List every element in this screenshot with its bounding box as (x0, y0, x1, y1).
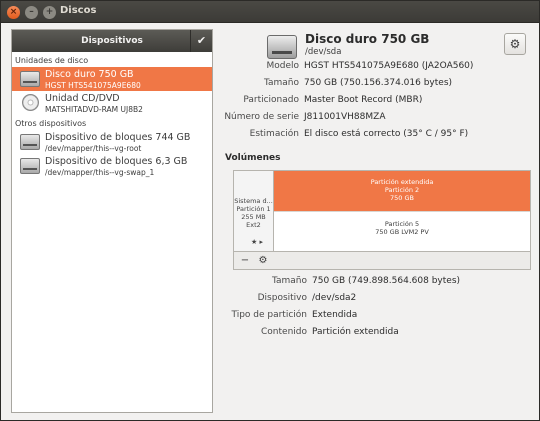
device-name: Dispositivo de bloques 6,3 GB (45, 156, 188, 167)
property-value: Master Boot Record (MBR) (304, 95, 423, 105)
property-row-assessment: Estimación El disco está correcto (35° C … (223, 129, 531, 146)
boot-flag-icon: ★ ▸ (251, 238, 264, 246)
hard-disk-icon (20, 158, 40, 174)
device-name: Unidad CD/DVD (45, 93, 120, 104)
property-row-serial: Número de serie J811001VH88MZA (223, 112, 531, 129)
window-title: Discos (60, 5, 97, 16)
volume-properties: Tamaño 750 GB (749.898.564.608 bytes) Dis… (231, 276, 531, 344)
property-label: Tipo de partición (231, 310, 307, 320)
check-icon[interactable]: ✔ (190, 30, 212, 52)
property-label: Particionado (243, 95, 299, 105)
device-sub: HGST HTS541075A9E680 (45, 81, 141, 90)
device-item-block-root[interactable]: Dispositivo de bloques 744 GB /dev/mappe… (12, 130, 212, 154)
volume-row-size: Tamaño 750 GB (749.898.564.608 bytes) (231, 276, 531, 293)
partition-label: Partición 2 (384, 186, 420, 194)
gear-icon: ⚙ (509, 37, 521, 51)
volumes-map: Sistema d... Partición 1 255 MB Ext2 ★ ▸… (233, 170, 531, 270)
sidebar-header-label: Dispositivos (81, 36, 143, 46)
drive-properties: Modelo HGST HTS541075A9E680 (JA2OA560) Ta… (223, 61, 531, 146)
property-label: Número de serie (224, 112, 299, 122)
device-name: Dispositivo de bloques 744 GB (45, 132, 191, 143)
device-sub: /dev/mapper/this--vg-swap_1 (45, 168, 155, 177)
property-label: Tamaño (271, 276, 307, 286)
hard-disk-icon (20, 71, 40, 87)
property-row-model: Modelo HGST HTS541075A9E680 (JA2OA560) (223, 61, 531, 78)
device-sub: /dev/mapper/this--vg-root (45, 144, 142, 153)
section-label-disks: Unidades de disco (15, 56, 89, 65)
drive-device-path: /dev/sda (305, 47, 342, 57)
property-value: Partición extendida (312, 327, 399, 337)
drive-details: Disco duro 750 GB /dev/sda ⚙ Modelo HGST … (223, 29, 531, 413)
partition-label: Sistema d... (234, 197, 273, 205)
minimize-window-button[interactable]: – (25, 6, 38, 19)
device-name: Disco duro 750 GB (45, 69, 134, 80)
volume-toolbar: − ⚙ (234, 251, 530, 269)
property-row-partitioning: Particionado Master Boot Record (MBR) (223, 95, 531, 112)
property-value: El disco está correcto (35° C / 95° F) (304, 129, 469, 139)
device-item-cd-dvd[interactable]: Unidad CD/DVD MATSHITADVD-RAM UJ8B2 (12, 91, 212, 115)
drive-title: Disco duro 750 GB (305, 32, 430, 46)
partition-5-block[interactable]: Partición 5 750 GB LVM2 PV (274, 211, 530, 251)
property-value: 750 GB (750.156.374.016 bytes) (304, 78, 453, 88)
partition-label: 750 GB LVM2 PV (375, 228, 429, 236)
device-item-hard-disk[interactable]: Disco duro 750 GB HGST HTS541075A9E680 (12, 67, 212, 91)
property-row-size: Tamaño 750 GB (750.156.374.016 bytes) (223, 78, 531, 95)
volumes-heading: Volúmenes (225, 153, 281, 163)
partition-1-block[interactable]: Sistema d... Partición 1 255 MB Ext2 ★ ▸ (234, 171, 274, 251)
gear-icon[interactable]: ⚙ (255, 253, 271, 268)
partition-label: Partición 1 (236, 205, 271, 213)
section-label-other: Otros dispositivos (15, 119, 87, 128)
partition-label: Partición 5 (384, 220, 420, 228)
property-value: J811001VH88MZA (304, 112, 386, 122)
hard-disk-icon (267, 35, 297, 59)
device-item-block-swap[interactable]: Dispositivo de bloques 6,3 GB /dev/mappe… (12, 154, 212, 178)
close-window-button[interactable]: × (7, 6, 20, 19)
minus-icon[interactable]: − (237, 253, 253, 268)
property-label: Estimación (249, 129, 299, 139)
property-label: Tamaño (263, 78, 299, 88)
disks-window: × – + Discos Dispositivos ✔ Unidades de … (0, 0, 540, 421)
partition-label: 750 GB (390, 194, 414, 202)
volume-row-contents: Contenido Partición extendida (231, 327, 531, 344)
maximize-window-button[interactable]: + (43, 6, 56, 19)
devices-sidebar: Dispositivos ✔ Unidades de disco Disco d… (11, 29, 213, 413)
property-value: Extendida (312, 310, 358, 320)
partition-label: 255 MB Ext2 (241, 213, 266, 229)
drive-settings-button[interactable]: ⚙ (504, 33, 526, 55)
property-value: HGST HTS541075A9E680 (JA2OA560) (304, 61, 474, 71)
title-bar: × – + Discos (1, 1, 539, 23)
hard-disk-icon (20, 134, 40, 150)
volume-row-device: Dispositivo/dev/sda2 (231, 293, 531, 310)
property-label: Dispositivo (257, 293, 307, 303)
property-value: /dev/sda2 (312, 293, 357, 303)
property-value: 750 GB (749.898.564.608 bytes) (312, 276, 461, 286)
volume-row-type: Tipo de partición Extendida (231, 310, 531, 327)
property-label: Contenido (261, 327, 307, 337)
extended-partition-block[interactable]: Partición extendida Partición 2 750 GB (274, 171, 530, 211)
property-label: Modelo (266, 61, 299, 71)
sidebar-header: Dispositivos ✔ (12, 30, 212, 52)
device-sub: MATSHITADVD-RAM UJ8B2 (45, 105, 143, 114)
partition-label: Partición extendida (370, 178, 434, 186)
optical-drive-icon (22, 94, 39, 111)
